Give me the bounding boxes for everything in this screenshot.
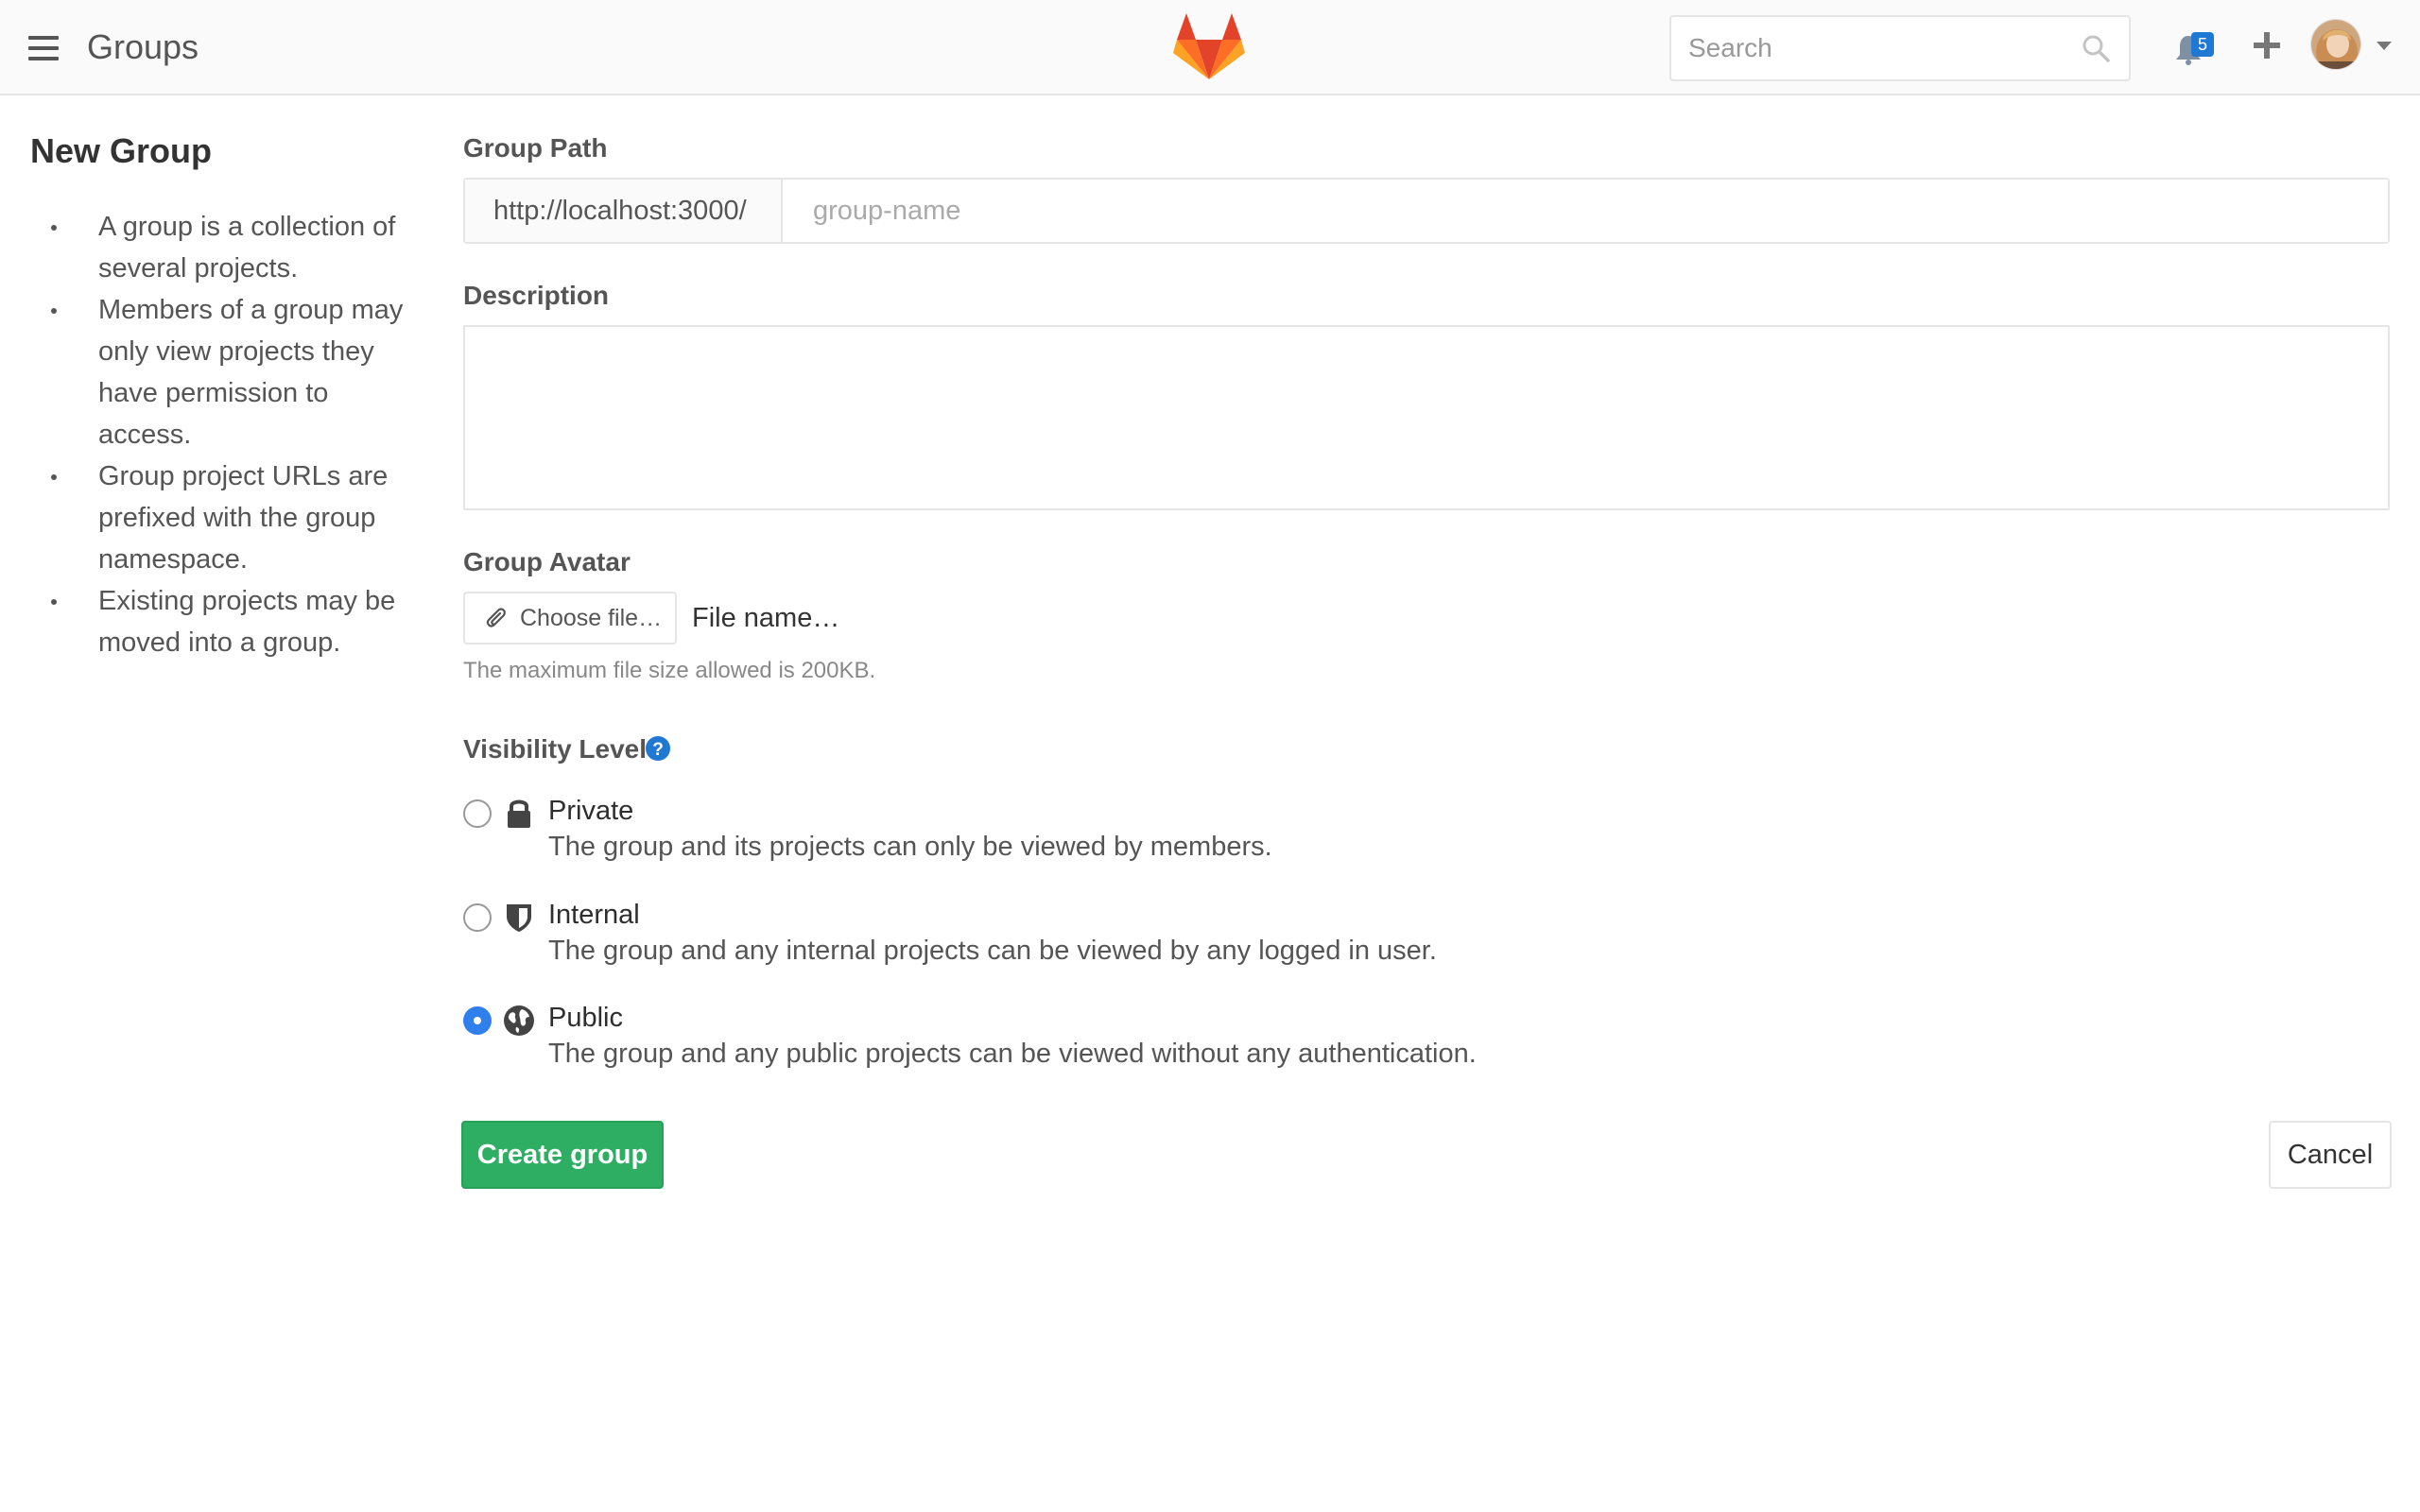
notifications-button[interactable]: 5: [2174, 28, 2216, 70]
group-name-input[interactable]: [783, 180, 2388, 242]
gitlab-logo-icon[interactable]: [1173, 13, 1245, 81]
search-box: [1669, 15, 2131, 81]
search-icon[interactable]: [2082, 34, 2110, 62]
menu-icon[interactable]: [28, 36, 59, 60]
search-input[interactable]: [1671, 17, 2068, 79]
bullet-icon: [51, 308, 57, 314]
group-path-label: Group Path: [463, 133, 608, 163]
help-sidebar: New Group A group is a collection of sev…: [30, 123, 408, 663]
question-icon[interactable]: ?: [645, 735, 671, 762]
choose-file-button[interactable]: Choose file…: [463, 592, 677, 644]
description-textarea[interactable]: [463, 325, 2390, 510]
public-description: The group and any public projects can be…: [548, 1039, 1477, 1069]
help-list-item: Group project URLs are prefixed with the…: [30, 455, 408, 580]
create-group-button[interactable]: Create group: [461, 1121, 664, 1189]
cancel-button[interactable]: Cancel: [2269, 1121, 2392, 1189]
top-navbar: Groups 5: [0, 0, 2420, 95]
file-size-help: The maximum file size allowed is 200KB.: [463, 658, 876, 683]
path-prefix: http://localhost:3000/: [465, 180, 783, 242]
public-radio[interactable]: [463, 1006, 492, 1035]
visibility-option-internal[interactable]: Internal The group and any internal proj…: [463, 900, 2070, 985]
sidebar-title: New Group: [30, 131, 213, 170]
help-list: A group is a collection of several proje…: [30, 206, 408, 663]
choose-file-label: Choose file…: [520, 605, 663, 631]
group-path-field: http://localhost:3000/: [463, 178, 2390, 244]
visibility-option-public[interactable]: Public The group and any public projects…: [463, 1003, 2070, 1088]
file-name-text: File name…: [692, 603, 840, 633]
help-list-item: Existing projects may be moved into a gr…: [30, 580, 408, 663]
avatar: [2310, 19, 2361, 70]
private-description: The group and its projects can only be v…: [548, 832, 1272, 862]
help-list-item: Members of a group may only view project…: [30, 289, 408, 455]
user-menu[interactable]: [2310, 19, 2397, 72]
description-label: Description: [463, 281, 610, 310]
bullet-icon: [51, 225, 57, 231]
bullet-icon: [51, 599, 57, 605]
chevron-down-icon: [2377, 42, 2392, 50]
lock-icon: [508, 799, 530, 828]
globe-icon: [504, 1005, 534, 1036]
paperclip-icon: [486, 608, 506, 627]
new-item-plus-icon[interactable]: [2252, 30, 2282, 60]
private-radio[interactable]: [463, 799, 492, 828]
visibility-level-label: Visibility Level: [463, 734, 648, 764]
shield-icon: [507, 904, 531, 932]
group-avatar-label: Group Avatar: [463, 547, 631, 576]
internal-radio[interactable]: [463, 903, 492, 932]
page-title: Groups: [87, 27, 199, 66]
help-list-item: A group is a collection of several proje…: [30, 206, 408, 289]
notification-count-badge: 5: [2191, 32, 2214, 57]
bullet-icon: [51, 474, 57, 480]
svg-text:?: ?: [652, 740, 664, 760]
internal-description: The group and any internal projects can …: [548, 936, 1437, 966]
visibility-option-private[interactable]: Private The group and its projects can o…: [463, 796, 2070, 881]
